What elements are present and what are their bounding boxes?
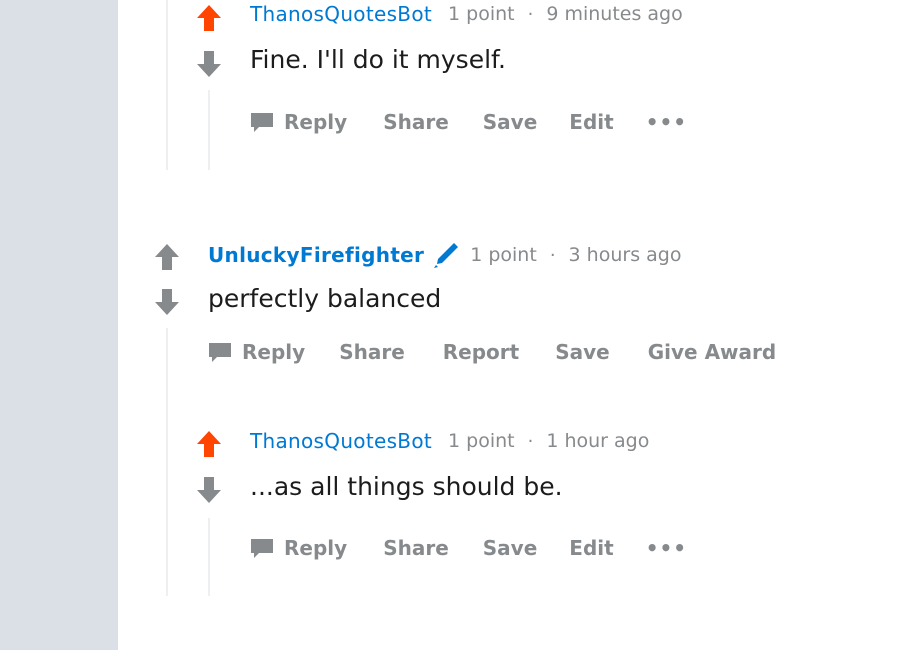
comment-author[interactable]: UnluckyFirefighter xyxy=(208,243,424,267)
upvote-button[interactable] xyxy=(195,4,223,32)
comment-body: Fine. I'll do it myself. xyxy=(250,45,506,74)
edit-button[interactable]: Edit xyxy=(569,536,613,560)
comment-timestamp[interactable]: 3 hours ago xyxy=(569,244,682,266)
comment-meta: UnluckyFirefighter 1 point · 3 hours ago xyxy=(208,241,681,269)
comment-meta: ThanosQuotesBot 1 point · 1 hour ago xyxy=(250,429,649,453)
reply-label: Reply xyxy=(242,340,306,364)
more-options-icon[interactable]: ••• xyxy=(646,110,687,134)
upvote-button[interactable] xyxy=(153,243,181,271)
reply-label: Reply xyxy=(284,110,348,134)
downvote-arrow-icon xyxy=(197,51,221,77)
comment-author[interactable]: ThanosQuotesBot xyxy=(250,2,432,26)
upvote-arrow-icon xyxy=(197,431,221,457)
thread-line[interactable] xyxy=(166,0,168,170)
comment-timestamp[interactable]: 1 hour ago xyxy=(546,430,649,452)
comment-meta: ThanosQuotesBot 1 point · 9 minutes ago xyxy=(250,2,683,26)
reply-button[interactable]: Reply xyxy=(250,110,347,134)
pencil-icon xyxy=(432,241,460,269)
reply-button[interactable]: Reply xyxy=(208,340,305,364)
comment-points: 1 point xyxy=(448,430,515,452)
comment-body: perfectly balanced xyxy=(208,284,442,313)
thread-line[interactable] xyxy=(166,328,168,596)
comment-bubble-icon xyxy=(251,113,273,132)
comment-body: ...as all things should be. xyxy=(250,472,563,501)
comment-points: 1 point xyxy=(448,3,515,25)
comment-actions: Reply Share Save Edit ••• xyxy=(250,110,687,134)
save-button[interactable]: Save xyxy=(483,110,538,134)
meta-separator: · xyxy=(527,3,534,25)
downvote-button[interactable] xyxy=(153,288,181,316)
meta-separator: · xyxy=(549,244,556,266)
downvote-button[interactable] xyxy=(195,476,223,504)
reply-label: Reply xyxy=(284,536,348,560)
comment-points: 1 point xyxy=(470,244,537,266)
upvote-arrow-icon xyxy=(197,5,221,31)
give-award-button[interactable]: Give Award xyxy=(648,340,776,364)
reply-button[interactable]: Reply xyxy=(250,536,347,560)
thread-line[interactable] xyxy=(208,518,210,596)
meta-separator: · xyxy=(527,430,534,452)
upvote-arrow-icon xyxy=(155,244,179,270)
comment-bubble-icon xyxy=(209,343,231,362)
downvote-arrow-icon xyxy=(197,477,221,503)
edit-button[interactable]: Edit xyxy=(569,110,613,134)
downvote-arrow-icon xyxy=(155,289,179,315)
comment-actions: Reply Share Report Save Give Award xyxy=(208,340,776,364)
share-button[interactable]: Share xyxy=(383,110,449,134)
comment-timestamp[interactable]: 9 minutes ago xyxy=(546,3,682,25)
share-button[interactable]: Share xyxy=(383,536,449,560)
save-button[interactable]: Save xyxy=(555,340,610,364)
comment-author[interactable]: ThanosQuotesBot xyxy=(250,429,432,453)
left-sidebar xyxy=(0,0,118,650)
downvote-button[interactable] xyxy=(195,50,223,78)
upvote-button[interactable] xyxy=(195,430,223,458)
thread-line[interactable] xyxy=(208,90,210,170)
share-button[interactable]: Share xyxy=(339,340,405,364)
save-button[interactable]: Save xyxy=(483,536,538,560)
more-options-icon[interactable]: ••• xyxy=(646,536,687,560)
comment-bubble-icon xyxy=(251,539,273,558)
comment-actions: Reply Share Save Edit ••• xyxy=(250,536,687,560)
report-button[interactable]: Report xyxy=(443,340,519,364)
